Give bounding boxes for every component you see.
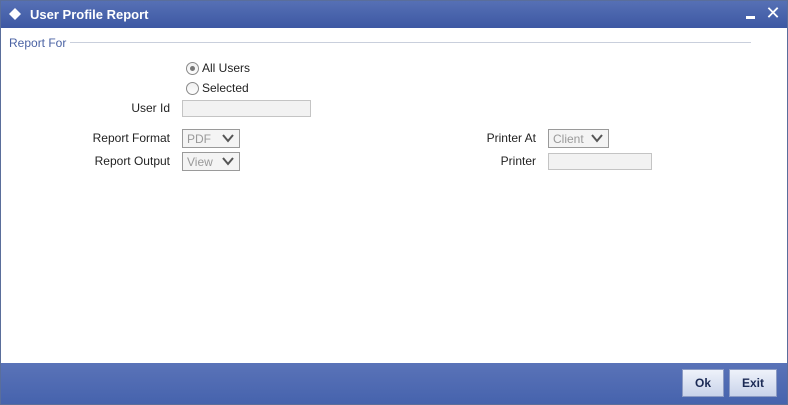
printer-label: Printer: [500, 154, 536, 168]
printer-at-select[interactable]: Client: [548, 129, 609, 148]
radio-selected[interactable]: Selected: [186, 80, 249, 96]
minimize-icon[interactable]: [742, 4, 760, 24]
chevron-down-icon: [591, 134, 603, 143]
section-divider: [9, 42, 751, 43]
report-output-value: View: [187, 155, 213, 169]
radio-all-users-label: All Users: [202, 61, 251, 75]
user-profile-report-window: User Profile Report ✕ Report For All Use…: [0, 0, 788, 405]
exit-button[interactable]: Exit: [729, 369, 777, 397]
footer-bar: Ok Exit: [1, 363, 787, 404]
radio-all-users-button[interactable]: [186, 61, 199, 75]
diamond-icon: [9, 8, 21, 20]
chevron-down-icon: [222, 134, 234, 143]
printer-input[interactable]: [548, 153, 652, 170]
report-format-label: Report Format: [92, 131, 170, 145]
close-icon[interactable]: ✕: [764, 4, 782, 24]
window-title: User Profile Report: [30, 7, 149, 22]
radio-selected-button[interactable]: [186, 81, 199, 95]
report-output-select[interactable]: View: [182, 152, 240, 171]
report-output-label: Report Output: [94, 154, 170, 168]
printer-at-label: Printer At: [486, 131, 536, 145]
title-bar[interactable]: User Profile Report ✕: [1, 1, 787, 28]
form-content: Report For All Users Selected User Id Re…: [1, 28, 787, 363]
ok-button[interactable]: Ok: [682, 369, 724, 397]
user-id-input[interactable]: [182, 100, 311, 117]
radio-selected-label: Selected: [202, 81, 249, 95]
user-id-label: User Id: [131, 101, 170, 115]
radio-all-users[interactable]: All Users: [186, 60, 250, 76]
chevron-down-icon: [222, 157, 234, 166]
section-legend: Report For: [9, 36, 71, 50]
printer-at-value: Client: [553, 132, 584, 146]
report-format-value: PDF: [187, 132, 211, 146]
report-format-select[interactable]: PDF: [182, 129, 240, 148]
